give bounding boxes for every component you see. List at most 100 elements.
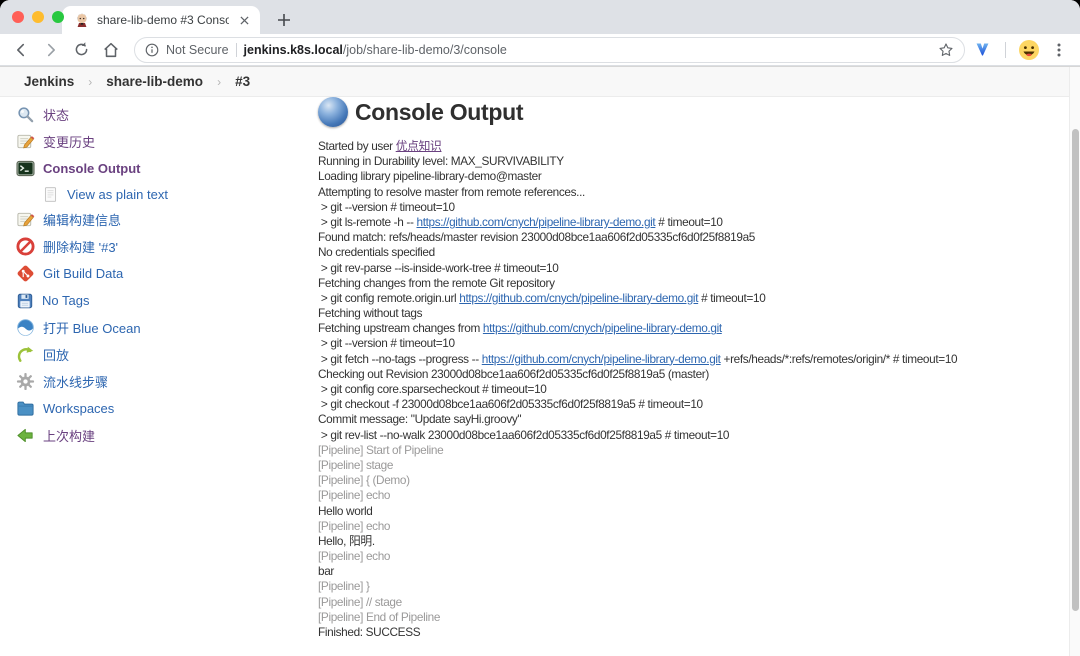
sidebar-item-edit-build-information[interactable]: 编辑构建信息 <box>0 206 300 233</box>
sidebar-item-label: View as plain text <box>67 187 168 202</box>
console-line: [Pipeline] stage <box>318 458 1068 473</box>
console-text: > git checkout -f 23000d08bce1aa606f2d05… <box>318 397 703 411</box>
console-line: > git config remote.origin.url https://g… <box>318 291 1068 306</box>
console-line: [Pipeline] // stage <box>318 595 1068 610</box>
console-line: Hello world <box>318 504 1068 519</box>
console-text: [Pipeline] End of Pipeline <box>318 610 440 624</box>
console-line: Commit message: "Update sayHi.groovy" <box>318 412 1068 427</box>
breadcrumb-item--3[interactable]: #3 <box>235 74 250 89</box>
minimize-window-button[interactable] <box>32 11 44 23</box>
console-line: > git --version # timeout=10 <box>318 200 1068 215</box>
sidebar-item-replay[interactable]: 回放 <box>0 341 300 368</box>
console-text: Started by user <box>318 139 396 153</box>
scrollbar-thumb[interactable] <box>1072 129 1079 611</box>
console-line: > git checkout -f 23000d08bce1aa606f2d05… <box>318 397 1068 412</box>
console-line: > git rev-parse --is-inside-work-tree # … <box>318 261 1068 276</box>
console-text: Commit message: "Update sayHi.groovy" <box>318 412 521 426</box>
close-window-button[interactable] <box>12 11 24 23</box>
console-link[interactable]: https://github.com/cnych/pipeline-librar… <box>483 321 722 335</box>
console-text: > git rev-list --no-walk 23000d08bce1aa6… <box>318 428 729 442</box>
gear-icon <box>16 372 35 391</box>
console-link[interactable]: https://github.com/cnych/pipeline-librar… <box>459 291 698 305</box>
console-text: > git config remote.origin.url <box>318 291 459 305</box>
main-content: Console Output Started by user 优点知识Runni… <box>300 97 1080 656</box>
console-line: [Pipeline] echo <box>318 549 1068 564</box>
back-button[interactable] <box>8 37 34 63</box>
console-text: > git --version # timeout=10 <box>318 200 455 214</box>
reload-button[interactable] <box>68 37 94 63</box>
sidebar-item-delete-build[interactable]: 删除构建 '#3' <box>0 233 300 260</box>
console-text: > git ls-remote -h -- <box>318 215 416 229</box>
address-bar[interactable]: Not Secure jenkins.k8s.local/job/share-l… <box>134 37 965 63</box>
sidebar-item-previous-build[interactable]: 上次构建 <box>0 422 300 449</box>
tab-close-icon[interactable] <box>236 12 252 28</box>
terminal-icon <box>16 159 35 178</box>
sidebar-item-console-output[interactable]: Console Output <box>0 155 300 182</box>
breadcrumb-item-share-lib-demo[interactable]: share-lib-demo <box>106 74 203 89</box>
sidebar-item-workspaces[interactable]: Workspaces <box>0 395 300 422</box>
sidebar-item-git-build-data[interactable]: Git Build Data <box>0 260 300 287</box>
browser-tab[interactable]: share-lib-demo #3 Console [Je <box>62 6 260 34</box>
console-text: > git rev-parse --is-inside-work-tree # … <box>318 261 558 275</box>
sidebar-item-label: 变更历史 <box>43 132 95 151</box>
tab-title: share-lib-demo #3 Console [Je <box>97 13 229 27</box>
git-icon <box>16 264 35 283</box>
sidebar-item-label: 上次构建 <box>43 426 95 445</box>
sidebar-item-label: 状态 <box>43 105 69 124</box>
info-icon[interactable] <box>145 43 159 57</box>
sidebar-item-pipeline-steps[interactable]: 流水线步骤 <box>0 368 300 395</box>
console-text: Fetching upstream changes from <box>318 321 483 335</box>
console-line: Checking out Revision 23000d08bce1aa606f… <box>318 367 1068 382</box>
console-line: > git config core.sparsecheckout # timeo… <box>318 382 1068 397</box>
home-button[interactable] <box>98 37 124 63</box>
console-header: Console Output <box>318 97 1068 130</box>
console-text: No credentials specified <box>318 245 435 259</box>
save-icon <box>16 292 34 310</box>
console-text: Hello world <box>318 504 373 518</box>
new-tab-button[interactable] <box>270 6 298 34</box>
sidebar-item-status[interactable]: 状态 <box>0 101 300 128</box>
console-line: Fetching without tags <box>318 306 1068 321</box>
console-text: [Pipeline] stage <box>318 458 393 472</box>
console-text: > git config core.sparsecheckout # timeo… <box>318 382 547 396</box>
sidebar-item-label: 打开 Blue Ocean <box>43 318 141 337</box>
console-line: [Pipeline] } <box>318 579 1068 594</box>
console-link[interactable]: https://github.com/cnych/pipeline-librar… <box>416 215 655 229</box>
forward-button[interactable] <box>38 37 64 63</box>
arrow-left-icon <box>16 426 35 445</box>
console-text: > git --version # timeout=10 <box>318 336 455 350</box>
console-line: Finished: SUCCESS <box>318 625 1068 640</box>
sidebar-item-label: 编辑构建信息 <box>43 210 121 229</box>
bookmark-star-icon[interactable] <box>938 42 954 58</box>
notepad-icon <box>16 210 35 229</box>
extension-icon[interactable] <box>969 37 995 63</box>
sidebar-item-no-tags[interactable]: No Tags <box>0 287 300 314</box>
console-line: [Pipeline] { (Demo) <box>318 473 1068 488</box>
console-line: Found match: refs/heads/master revision … <box>318 230 1068 245</box>
console-link[interactable]: https://github.com/cnych/pipeline-librar… <box>482 352 721 366</box>
sidebar: 状态变更历史 Console Output View as plain text 编辑… <box>0 97 300 656</box>
console-text: [Pipeline] } <box>318 579 370 593</box>
sidebar-item-view-as-plain-text[interactable]: View as plain text <box>0 182 300 206</box>
console-text: [Pipeline] echo <box>318 488 390 502</box>
console-text: [Pipeline] // stage <box>318 595 402 609</box>
console-text: [Pipeline] Start of Pipeline <box>318 443 443 457</box>
page-scrollbar <box>1069 67 1080 656</box>
maximize-window-button[interactable] <box>52 11 64 23</box>
console-text: Fetching without tags <box>318 306 422 320</box>
omnibox-divider <box>236 43 237 57</box>
console-text: Hello, 阳明. <box>318 534 375 548</box>
browser-menu-icon[interactable] <box>1046 37 1072 63</box>
console-line: Fetching changes from the remote Git rep… <box>318 276 1068 291</box>
browser-toolbar: Not Secure jenkins.k8s.local/job/share-l… <box>0 34 1080 66</box>
profile-avatar[interactable] <box>1016 37 1042 63</box>
sidebar-item-changes[interactable]: 变更历史 <box>0 128 300 155</box>
sidebar-item-label: No Tags <box>42 293 89 308</box>
console-text: Loading library pipeline-library-demo@ma… <box>318 169 541 183</box>
console-link[interactable]: 优点知识 <box>396 139 442 153</box>
sidebar-item-open-blue-ocean[interactable]: 打开 Blue Ocean <box>0 314 300 341</box>
breadcrumb-item-jenkins[interactable]: Jenkins <box>24 74 74 89</box>
sidebar-item-label: Git Build Data <box>43 266 123 281</box>
console-text: Running in Durability level: MAX_SURVIVA… <box>318 154 564 168</box>
console-line: > git fetch --no-tags --progress -- http… <box>318 352 1068 367</box>
